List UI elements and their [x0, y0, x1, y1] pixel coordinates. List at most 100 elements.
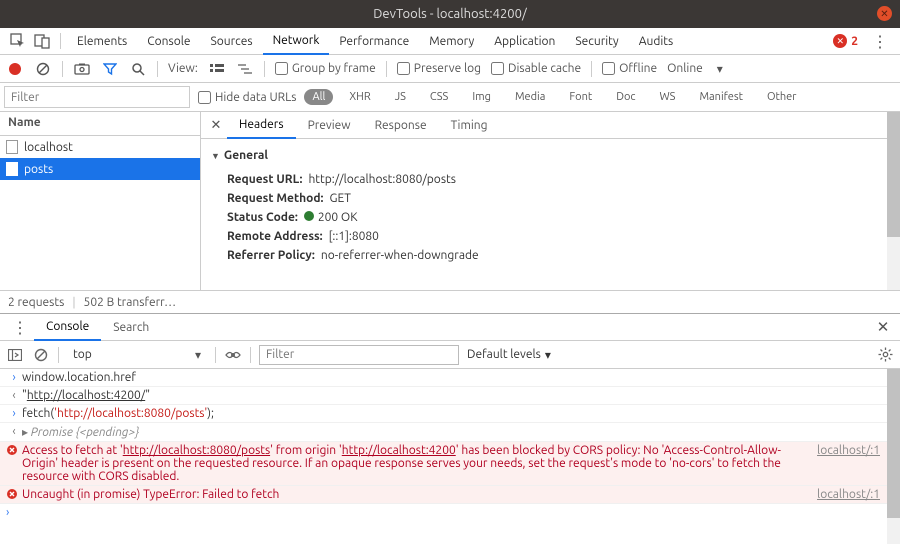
window-close-button[interactable]: ✕ [877, 6, 892, 21]
console-error-line: Access to fetch at 'http://localhost:808… [0, 442, 900, 486]
tab-memory[interactable]: Memory [419, 29, 484, 54]
drawer-tab-search[interactable]: Search [101, 315, 161, 340]
preserve-log-checkbox[interactable]: Preserve log [397, 62, 481, 75]
request-name: posts [24, 163, 53, 176]
device-toolbar-icon[interactable] [30, 29, 54, 53]
console-output-line: ‹ "http://localhost:4200/" [0, 387, 900, 405]
filter-type-css[interactable]: CSS [422, 89, 456, 105]
filter-type-ws[interactable]: WS [652, 89, 684, 105]
console-prompt[interactable]: › [0, 504, 900, 521]
filter-type-manifest[interactable]: Manifest [691, 89, 751, 105]
main-panel-tabs: Elements Console Sources Network Perform… [0, 28, 900, 55]
tab-console[interactable]: Console [137, 29, 200, 54]
request-name: localhost [24, 141, 73, 154]
input-chevron-icon: › [6, 506, 22, 519]
tab-audits[interactable]: Audits [629, 29, 684, 54]
offline-checkbox[interactable]: Offline [602, 62, 657, 75]
filter-type-all[interactable]: All [304, 89, 333, 105]
request-row[interactable]: posts [0, 158, 200, 180]
source-link[interactable]: localhost/:1 [817, 488, 894, 501]
console-input-line: › window.location.href [0, 369, 900, 387]
clear-console-icon[interactable] [32, 346, 50, 364]
tab-performance[interactable]: Performance [329, 29, 419, 54]
error-counter[interactable]: ✕ 2 [833, 34, 858, 48]
more-menu-icon[interactable]: ⋮ [866, 32, 894, 51]
detail-tab-response[interactable]: Response [363, 113, 439, 138]
waterfall-icon[interactable] [236, 60, 254, 78]
filter-type-media[interactable]: Media [507, 89, 553, 105]
screenshot-icon[interactable] [73, 60, 91, 78]
filter-type-font[interactable]: Font [561, 89, 600, 105]
close-drawer-icon[interactable]: ✕ [872, 318, 894, 336]
status-requests: 2 requests [8, 296, 64, 309]
filter-type-js[interactable]: JS [387, 89, 414, 105]
scrollbar[interactable] [887, 369, 900, 544]
console-input-line: › fetch('http://localhost:8080/posts'); [0, 405, 900, 423]
throttling-select[interactable]: Online [667, 62, 703, 75]
request-detail: ✕ Headers Preview Response Timing Genera… [201, 112, 900, 290]
clear-icon[interactable] [34, 60, 52, 78]
detail-tab-headers[interactable]: Headers [227, 112, 296, 139]
tab-application[interactable]: Application [484, 29, 565, 54]
hide-data-urls-checkbox[interactable]: Hide data URLs [198, 91, 296, 104]
tab-network[interactable]: Network [263, 28, 330, 55]
scrollbar[interactable] [887, 112, 900, 290]
detail-tab-timing[interactable]: Timing [439, 113, 500, 138]
tab-elements[interactable]: Elements [67, 29, 137, 54]
filter-type-img[interactable]: Img [464, 89, 499, 105]
filter-type-doc[interactable]: Doc [608, 89, 643, 105]
request-list-header[interactable]: Name [0, 112, 200, 136]
kv-request-url: Request URL:http://localhost:8080/posts [211, 170, 890, 189]
status-transferred: 502 B transferr… [84, 296, 177, 309]
group-by-frame-checkbox[interactable]: Group by frame [275, 62, 376, 75]
drawer-more-icon[interactable]: ⋮ [6, 318, 34, 337]
input-chevron-icon: › [6, 407, 22, 420]
window-title: DevTools - localhost:4200/ [373, 7, 526, 21]
console-error-line: Uncaught (in promise) TypeError: Failed … [0, 486, 900, 504]
document-icon [6, 140, 18, 154]
large-rows-icon[interactable] [208, 60, 226, 78]
search-icon[interactable] [129, 60, 147, 78]
network-toolbar: View: Group by frame Preserve log Disabl… [0, 55, 900, 83]
drawer-tab-console[interactable]: Console [34, 314, 101, 341]
console-toolbar: top ▾ Default levels ▾ [0, 341, 900, 369]
close-detail-icon[interactable]: ✕ [205, 118, 227, 133]
console-settings-icon[interactable] [876, 346, 894, 364]
console-filter-input[interactable] [259, 345, 459, 365]
chevron-down-icon[interactable]: ▾ [713, 62, 727, 76]
console-output-line: ‹ ▸ Promise {<pending>} [0, 423, 900, 442]
log-levels-select[interactable]: Default levels ▾ [467, 348, 551, 362]
filter-icon[interactable] [101, 60, 119, 78]
kv-remote-address: Remote Address:[::1]:8080 [211, 227, 890, 246]
inspect-element-icon[interactable] [6, 29, 30, 53]
chevron-down-icon: ▾ [545, 348, 551, 362]
tab-security[interactable]: Security [565, 29, 628, 54]
kv-request-method: Request Method:GET [211, 189, 890, 208]
filter-input[interactable] [4, 86, 190, 108]
document-icon [6, 162, 18, 176]
window-titlebar: DevTools - localhost:4200/ ✕ [0, 0, 900, 28]
source-link[interactable]: localhost/:1 [817, 444, 894, 457]
filter-type-xhr[interactable]: XHR [341, 89, 378, 105]
general-section-header[interactable]: General [211, 149, 890, 162]
request-row[interactable]: localhost [0, 136, 200, 158]
detail-tab-preview[interactable]: Preview [296, 113, 363, 138]
network-body: Name localhost posts ✕ Headers Preview R… [0, 112, 900, 290]
console-body[interactable]: › window.location.href ‹ "http://localho… [0, 369, 900, 544]
kv-referrer-policy: Referrer Policy:no-referrer-when-downgra… [211, 246, 890, 265]
error-icon [6, 488, 22, 500]
live-expression-icon[interactable] [224, 346, 242, 364]
chevron-down-icon: ▾ [195, 348, 201, 362]
output-chevron-icon: ‹ [6, 389, 22, 402]
record-button[interactable] [6, 60, 24, 78]
network-filter-bar: Hide data URLs All XHR JS CSS Img Media … [0, 83, 900, 112]
request-list: Name localhost posts [0, 112, 201, 290]
filter-type-other[interactable]: Other [759, 89, 804, 105]
disable-cache-checkbox[interactable]: Disable cache [491, 62, 581, 75]
kv-status-code: Status Code:200 OK [211, 208, 890, 227]
context-select[interactable]: top ▾ [67, 346, 207, 364]
console-sidebar-icon[interactable] [6, 346, 24, 364]
detail-body: General Request URL:http://localhost:808… [201, 139, 900, 290]
output-chevron-icon: ‹ [6, 425, 22, 438]
tab-sources[interactable]: Sources [200, 29, 262, 54]
